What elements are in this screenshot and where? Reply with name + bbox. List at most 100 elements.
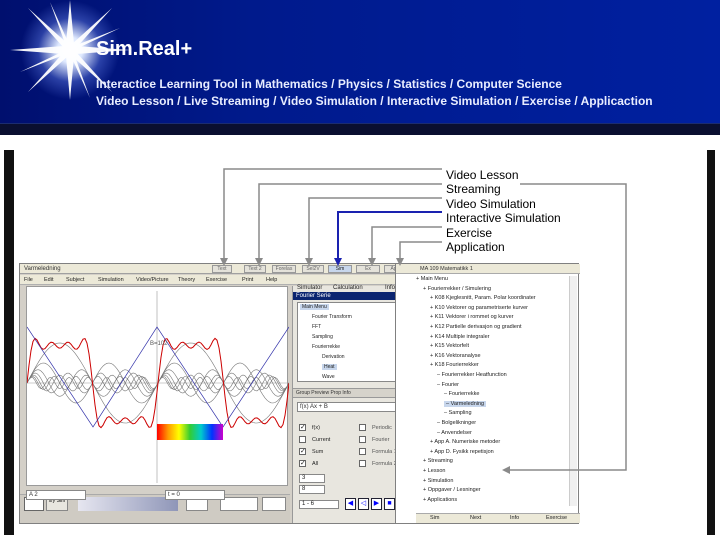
check-sum[interactable]: ✓ Sum — [299, 448, 323, 456]
time-field[interactable]: t = 0 — [165, 490, 225, 500]
app-menubar: File Edit Subject Simulation Video/Pictu… — [20, 275, 410, 285]
course-tree-item[interactable]: – Anvendelser — [437, 430, 472, 436]
callout-exercise: Exercise — [446, 225, 493, 240]
check-formula-2[interactable]: Formula 2x — [359, 460, 400, 468]
tab-text[interactable]: Text — [212, 265, 232, 273]
course-tree-item[interactable]: + Main Menu — [416, 276, 448, 282]
check-fx-label: f(x) — [312, 424, 320, 431]
n-field-2[interactable]: 8 — [299, 485, 325, 494]
course-tree-item[interactable]: + Simulation — [423, 478, 453, 484]
menu-edit[interactable]: Edit — [44, 277, 53, 283]
check-fourier-label: Fourier — [372, 436, 390, 443]
course-tree-item[interactable]: + K10 Vektorer og parametriserte kurver — [430, 305, 528, 311]
menu-simulation[interactable]: Simulation — [98, 277, 124, 283]
checkbox-fx: ✓ — [299, 424, 306, 431]
nav-info-button[interactable]: Info — [510, 515, 519, 521]
checkbox-all: ✓ — [299, 460, 306, 467]
tree-item-fft[interactable]: FFT — [312, 324, 321, 330]
callout-list: Video Lesson Streaming Video Simulation … — [446, 168, 561, 254]
course-tree-item[interactable]: – Fourierrekker Heatfunction — [437, 372, 507, 378]
rewind-icon[interactable]: ◀ — [345, 498, 356, 510]
menu-file[interactable]: File — [24, 277, 33, 283]
tree-item-fourierrekke[interactable]: Fourierrekke — [312, 344, 340, 350]
menu-help[interactable]: Help — [266, 277, 277, 283]
course-tree-item[interactable]: – Sampling — [444, 410, 472, 416]
page-title: Sim.Real+ — [96, 38, 193, 60]
tree-item-heat[interactable]: Heat — [322, 364, 337, 370]
nav-sim-button[interactable]: Sim — [430, 515, 439, 521]
progress-track[interactable] — [78, 497, 178, 511]
check-current[interactable]: Current — [299, 436, 330, 444]
nav-next-button[interactable]: Next — [470, 515, 481, 521]
tab-sel2v[interactable]: Sel2V — [302, 265, 324, 273]
menu-video-picture[interactable]: Video/Picture — [136, 277, 169, 283]
callout-interactive-simulation: Interactive Simulation — [446, 211, 561, 226]
course-tree-item[interactable]: + K15 Vektorfelt — [430, 343, 469, 349]
tree-item-sampling[interactable]: Sampling — [312, 334, 333, 340]
menu-subject[interactable]: Subject — [66, 277, 84, 283]
check-all[interactable]: ✓ All — [299, 460, 318, 468]
frame-left-edge — [4, 150, 14, 535]
course-tree-item[interactable]: + K14 Multiple integraler — [430, 334, 489, 340]
extra-field[interactable] — [262, 497, 286, 511]
option-info[interactable]: Info — [385, 285, 395, 291]
course-tree-item[interactable]: + Lesson — [423, 468, 445, 474]
navigation-title: MA 109 Matematikk 1 — [396, 264, 580, 274]
value-field[interactable] — [220, 497, 258, 511]
callout-streaming: Streaming — [446, 182, 501, 197]
check-periodic[interactable]: Periodic — [359, 424, 392, 432]
course-tree-item[interactable]: – Fourierrekke — [444, 391, 479, 397]
tab-forelas[interactable]: Forelas — [272, 265, 296, 273]
step-back-icon[interactable]: ◁ — [358, 498, 369, 510]
tree-item-fourier-transform[interactable]: Fourier Transform — [312, 314, 352, 320]
param-a-field[interactable]: A 2 — [26, 490, 86, 500]
course-tree-item[interactable]: – Bolgelikninger — [437, 420, 476, 426]
tree-item-main-menu[interactable]: Main Menu — [300, 304, 329, 310]
option-simulator[interactable]: Simulator — [297, 285, 322, 291]
check-fourier[interactable]: Fourier — [359, 436, 389, 444]
course-tree-item[interactable]: – Varmeledning — [444, 400, 487, 407]
course-tree-scrollbar[interactable] — [569, 276, 577, 506]
pause-icon[interactable]: ■ — [384, 498, 395, 510]
tree-item-derivation[interactable]: Derivation — [322, 354, 345, 360]
menu-exercise[interactable]: Exercise — [206, 277, 227, 283]
tab-sim[interactable]: Sim — [328, 265, 352, 273]
course-tree-item[interactable]: + App D. Fysikk repetisjon — [430, 449, 494, 455]
tree-item-wave[interactable]: Wave — [322, 374, 335, 380]
nav-exercise-button[interactable]: Exercise — [546, 515, 567, 521]
n-field-1[interactable]: 3 — [299, 474, 325, 483]
checkbox-sum: ✓ — [299, 448, 306, 455]
fourier-tree: Main Menu Fourier Transform FFT Sampling… — [297, 302, 403, 382]
fourier-plot — [27, 291, 289, 483]
course-tree-item[interactable]: – Fourier — [437, 382, 459, 388]
course-tree-item[interactable]: + K08 Kjeglesnitt, Param. Polar koordina… — [430, 295, 536, 301]
plot-b-label: B=102 — [150, 341, 168, 347]
course-tree-item[interactable]: + App A. Numeriske metoder — [430, 439, 500, 445]
option-calculation[interactable]: Calculation — [333, 285, 363, 291]
course-tree-item[interactable]: + Streaming — [423, 458, 453, 464]
course-tree-item[interactable]: + K16 Vektoranalyse — [430, 353, 481, 359]
course-tree-item[interactable]: + Applications — [423, 497, 457, 503]
panel-title: Fourier Serie — [293, 292, 411, 300]
check-current-label: Current — [312, 436, 331, 443]
function-input[interactable]: f(x) Ax + B — [297, 402, 407, 412]
play-icon[interactable]: ▶ — [371, 498, 382, 510]
menu-theory[interactable]: Theory — [178, 277, 195, 283]
course-tree-item[interactable]: + Oppgaver / Lesninger — [423, 487, 481, 493]
navigation-window: MA 109 Matematikk 1 + Main Menu + Fourier… — [395, 263, 580, 524]
check-periodic-label: Periodic — [372, 424, 392, 431]
header-separator — [0, 123, 720, 135]
callout-video-simulation: Video Simulation — [446, 196, 536, 211]
check-fx[interactable]: ✓ f(x) — [299, 424, 320, 432]
tab-text-2[interactable]: Text 2 — [244, 265, 266, 273]
range-field[interactable]: 1 - 6 — [299, 500, 339, 509]
panel-toolbar[interactable]: Group Preview Prop Info — [293, 388, 411, 398]
course-tree-item[interactable]: + K18 Fourierrekker — [430, 362, 479, 368]
plot-area[interactable]: B=102 — [26, 286, 289, 486]
menu-print[interactable]: Print — [242, 277, 253, 283]
subtitle-topics: Interactice Learning Tool in Mathematics… — [96, 77, 562, 91]
course-tree-item[interactable]: + K11 Vektorer i rommet og kurver — [430, 314, 514, 320]
course-tree-item[interactable]: + K12 Partielle derivasjon og gradient — [430, 324, 522, 330]
tab-ex[interactable]: Ex — [356, 265, 380, 273]
course-tree-item[interactable]: + Fourierrekker / Simulering — [423, 286, 491, 292]
